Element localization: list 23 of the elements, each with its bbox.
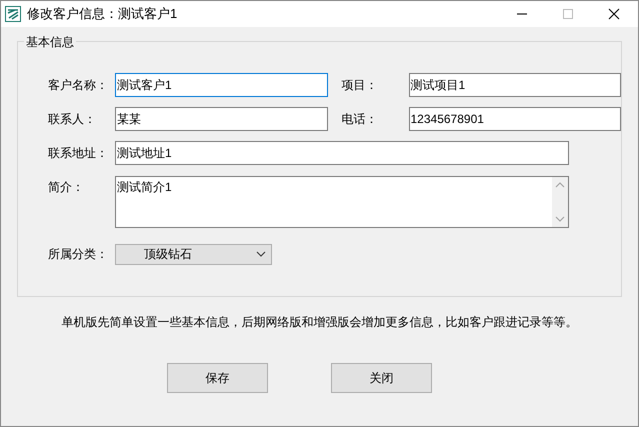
field-label: 所属分类： <box>48 246 109 263</box>
category-dropdown[interactable]: 顶级钻石 <box>115 244 272 264</box>
text-field[interactable]: 测试项目1 <box>408 73 621 97</box>
dialog-button[interactable]: 保存 <box>167 363 268 393</box>
field-label: 联系地址： <box>48 145 109 162</box>
text-field[interactable]: 某某 <box>115 107 328 131</box>
scrollbar-drawing <box>552 177 568 227</box>
text-field[interactable]: 12345678901 <box>408 107 621 131</box>
window-title: 修改客户信息：测试客户1 <box>27 5 178 24</box>
group-title: 基本信息 <box>24 33 76 51</box>
text-area[interactable]: 测试简介1 <box>115 176 569 228</box>
info-note: 单机版先简单设置一些基本信息，后期网络版和增强版会增加更多信息，比如客户跟进记录等等。 <box>60 314 578 331</box>
dialog-button[interactable]: 关闭 <box>331 363 432 393</box>
app-logo-icon <box>5 6 21 22</box>
field-label: 联系人： <box>48 111 97 128</box>
field-label: 电话： <box>342 111 378 128</box>
field-label: 项目： <box>342 77 378 94</box>
close-icon[interactable] <box>608 8 620 20</box>
text-field[interactable]: 测试地址1 <box>115 141 569 165</box>
text-field[interactable]: 测试客户1 <box>115 73 328 97</box>
chevron-down-icon <box>256 251 266 257</box>
field-label: 客户名称： <box>48 77 109 94</box>
field-label: 简介： <box>48 179 85 196</box>
